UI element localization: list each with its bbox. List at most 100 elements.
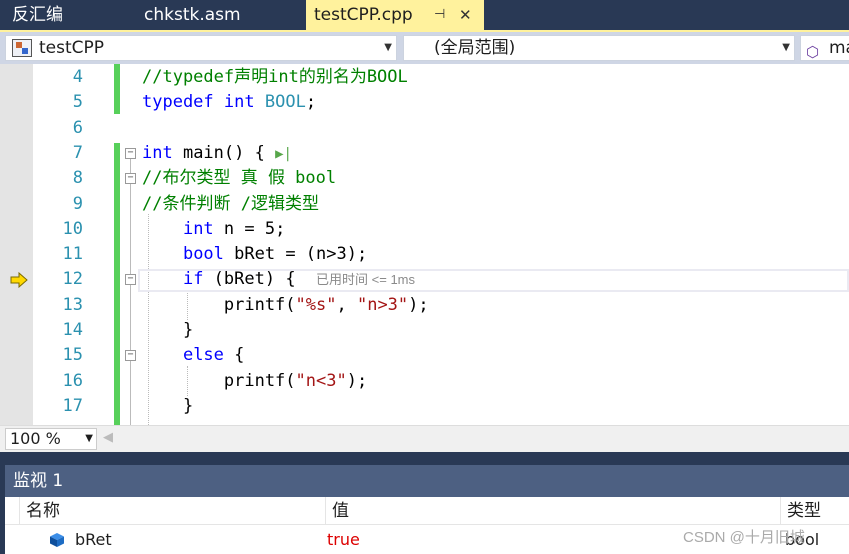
document-tab-strip: 反汇编 chkstk.asm testCPP.cpp ⊣ ✕ <box>0 0 849 30</box>
code-token: int <box>182 219 214 239</box>
collapse-toggle-comment[interactable]: − <box>125 173 136 184</box>
code-token: n = 5; <box>213 219 286 239</box>
variable-icon <box>50 533 64 547</box>
project-icon <box>12 39 32 57</box>
code-token: (bRet) { <box>203 269 317 289</box>
member-name: ma <box>829 38 849 58</box>
code-token: int <box>223 92 255 112</box>
line-number: 16 <box>62 371 83 391</box>
code-token: printf( <box>142 295 296 315</box>
watch-window-title[interactable]: 监视 1 <box>5 465 849 497</box>
execution-pointer-icon <box>10 272 28 288</box>
code-line[interactable]: typedef int BOOL; <box>142 90 316 115</box>
code-token: //条件判断 /逻辑类型 <box>142 194 319 214</box>
code-token: int <box>142 143 173 163</box>
line-number: 14 <box>62 320 83 340</box>
member-dropdown[interactable]: ⬡ ma <box>800 35 849 61</box>
line-number: 15 <box>62 345 83 365</box>
scope-name: (全局范围) <box>434 38 516 58</box>
navigation-bar: testCPP ▼ (全局范围) ▼ ⬡ ma <box>0 30 849 64</box>
tab-label: testCPP.cpp <box>314 5 413 25</box>
code-token: typedef <box>142 92 214 112</box>
line-number: 13 <box>62 295 83 315</box>
outline-line <box>130 361 131 411</box>
glyph-margin[interactable] <box>0 64 33 425</box>
collapse-toggle-if[interactable]: − <box>125 274 136 285</box>
code-line[interactable]: else { <box>142 343 244 368</box>
code-token: if <box>182 269 204 289</box>
collapse-toggle-else[interactable]: − <box>125 350 136 361</box>
scope-dropdown[interactable]: (全局范围) ▼ <box>403 35 795 61</box>
code-line[interactable]: //布尔类型 真 假 bool <box>142 166 336 191</box>
line-number: 10 <box>62 219 83 239</box>
line-number: 9 <box>72 194 83 214</box>
line-number: 4 <box>72 67 83 87</box>
code-line[interactable]: //条件判断 /逻辑类型 <box>142 192 319 217</box>
code-line[interactable]: printf("n<3"); <box>142 369 367 394</box>
code-line[interactable]: } <box>142 318 193 343</box>
code-token: } <box>142 396 194 416</box>
line-number: 5 <box>72 92 83 112</box>
chevron-down-icon: ▼ <box>85 433 93 444</box>
line-number: 17 <box>62 396 83 416</box>
watch-column-headers: 名称 值 类型 <box>5 497 849 525</box>
line-number: 11 <box>62 244 83 264</box>
line-number: 7 <box>72 143 83 163</box>
code-editor[interactable]: 4 5 6 7 8 9 10 11 12 13 14 15 16 17 − − − − //typedef… <box>0 64 849 425</box>
code-token: , <box>336 295 357 315</box>
editor-status-strip: 100 % ▼ ◀ <box>0 425 849 452</box>
code-token: "%s" <box>295 295 337 315</box>
change-indicator <box>114 64 120 114</box>
code-token: //typedef声明int的别名为BOOL <box>142 67 408 87</box>
line-number: 6 <box>72 118 83 138</box>
code-token: bRet = (n>3); <box>223 244 368 264</box>
code-line[interactable]: printf("%s", "n>3"); <box>142 293 429 318</box>
code-token: } <box>142 320 194 340</box>
code-token: ; <box>305 92 317 112</box>
code-line[interactable]: if (bRet) { 已用时间 <= 1ms <box>142 267 415 292</box>
code-token: ); <box>408 295 429 315</box>
code-line[interactable]: bool bRet = (n>3); <box>142 242 367 267</box>
tab-chkstk-asm[interactable]: chkstk.asm <box>132 0 302 30</box>
code-token: { <box>223 345 245 365</box>
line-number-gutter: 4 5 6 7 8 9 10 11 12 13 14 15 16 17 <box>33 64 83 425</box>
code-line[interactable]: } <box>142 394 193 419</box>
code-token: "n<3" <box>295 371 347 391</box>
change-indicator <box>114 143 120 425</box>
panel-splitter[interactable] <box>0 452 849 465</box>
code-token: else <box>182 345 224 365</box>
tab-label: 反汇编 <box>12 5 63 25</box>
tab-disassembly[interactable]: 反汇编 <box>0 0 128 30</box>
project-dropdown[interactable]: testCPP ▼ <box>5 35 397 61</box>
code-line[interactable]: //typedef声明int的别名为BOOL <box>142 65 408 90</box>
outline-line <box>130 285 131 335</box>
code-token: printf( <box>142 371 296 391</box>
collapse-toggle-main[interactable]: − <box>125 148 136 159</box>
watermark: CSDN @十月旧城 <box>683 529 805 546</box>
code-token: ); <box>346 371 368 391</box>
code-line[interactable]: int n = 5; <box>142 217 285 242</box>
code-token: main() { <box>172 143 276 163</box>
chevron-down-icon: ▼ <box>782 42 790 53</box>
tab-testcpp-cpp[interactable]: testCPP.cpp ⊣ ✕ <box>306 0 484 30</box>
line-number: 12 <box>62 269 83 289</box>
tab-label: chkstk.asm <box>144 5 241 25</box>
pin-icon[interactable]: ⊣ <box>434 0 445 30</box>
scroll-left-icon[interactable]: ◀ <box>103 430 113 445</box>
elapsed-time-tip: 已用时间 <= 1ms <box>316 272 415 287</box>
run-to-click-icon[interactable]: ▶| <box>275 146 292 162</box>
code-line[interactable]: int main() { ▶| <box>142 141 292 166</box>
column-header-type[interactable]: 类型 <box>780 497 849 525</box>
column-header-value[interactable]: 值 <box>325 497 780 525</box>
close-icon[interactable]: ✕ <box>459 0 472 30</box>
watch-var-name[interactable]: bRet <box>75 526 112 554</box>
watch-var-value[interactable]: true <box>327 526 360 554</box>
zoom-dropdown[interactable]: 100 % ▼ <box>5 428 97 450</box>
column-header-name[interactable]: 名称 <box>19 497 325 525</box>
